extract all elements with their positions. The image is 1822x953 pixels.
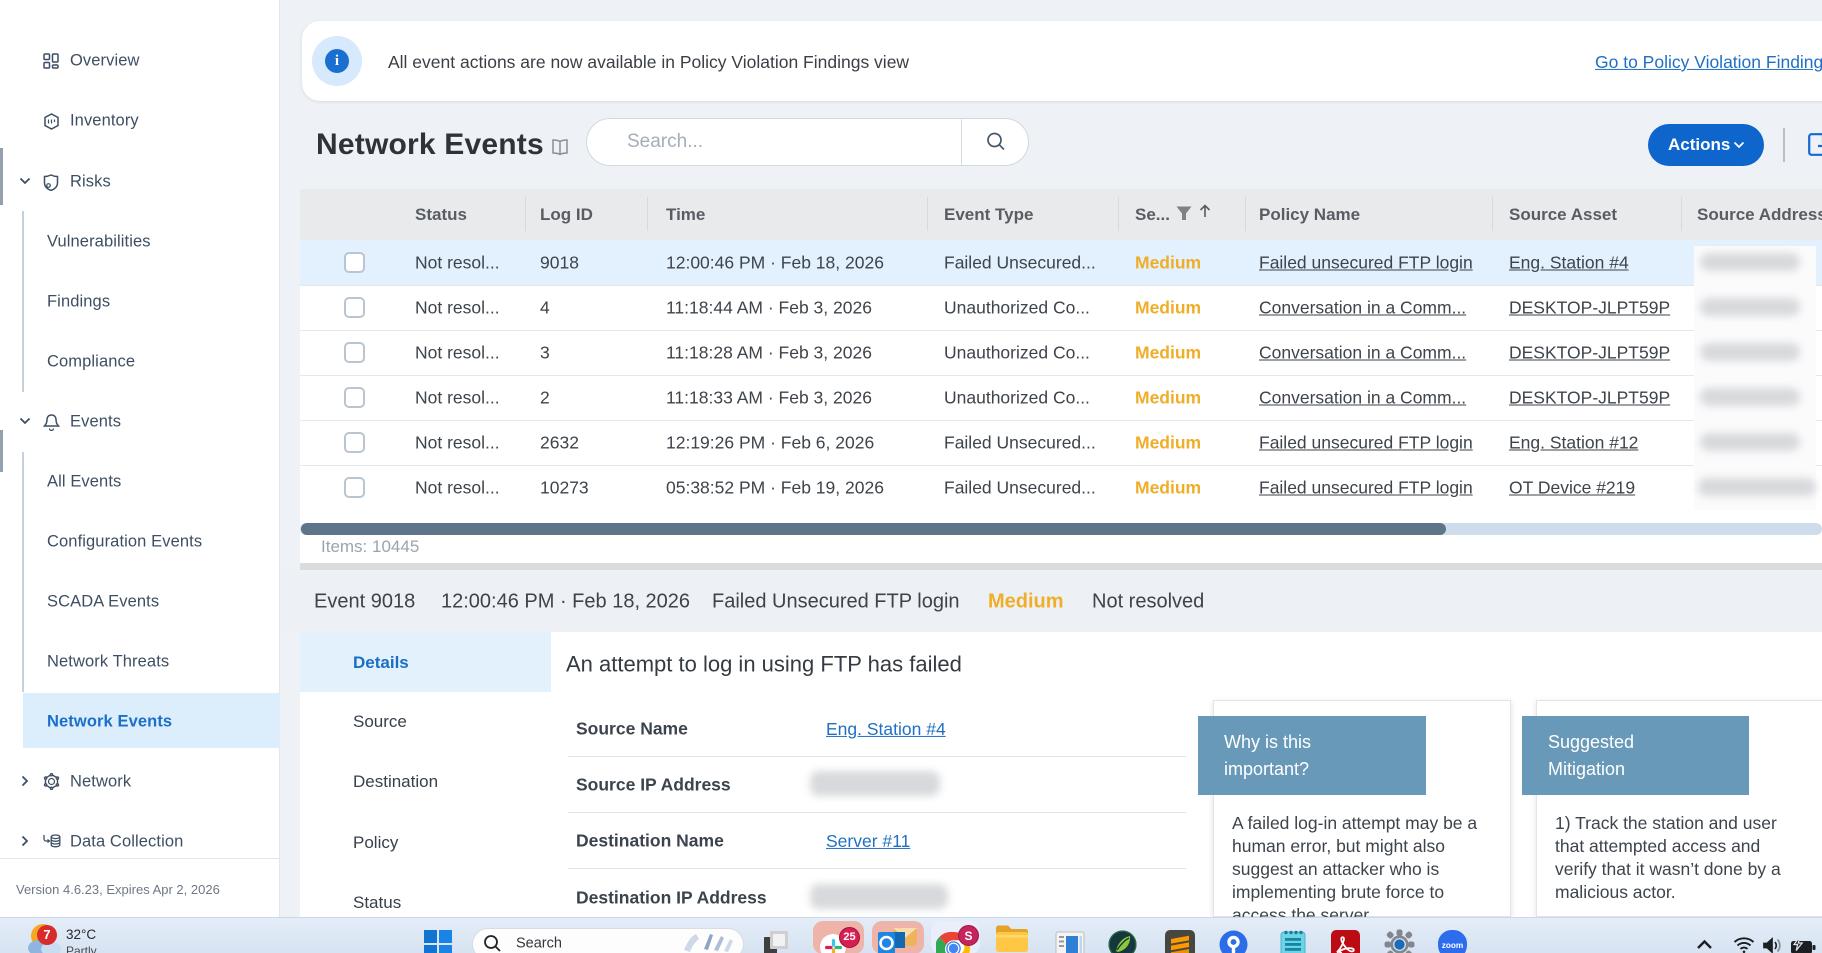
svg-text:zoom: zoom xyxy=(1442,941,1464,950)
